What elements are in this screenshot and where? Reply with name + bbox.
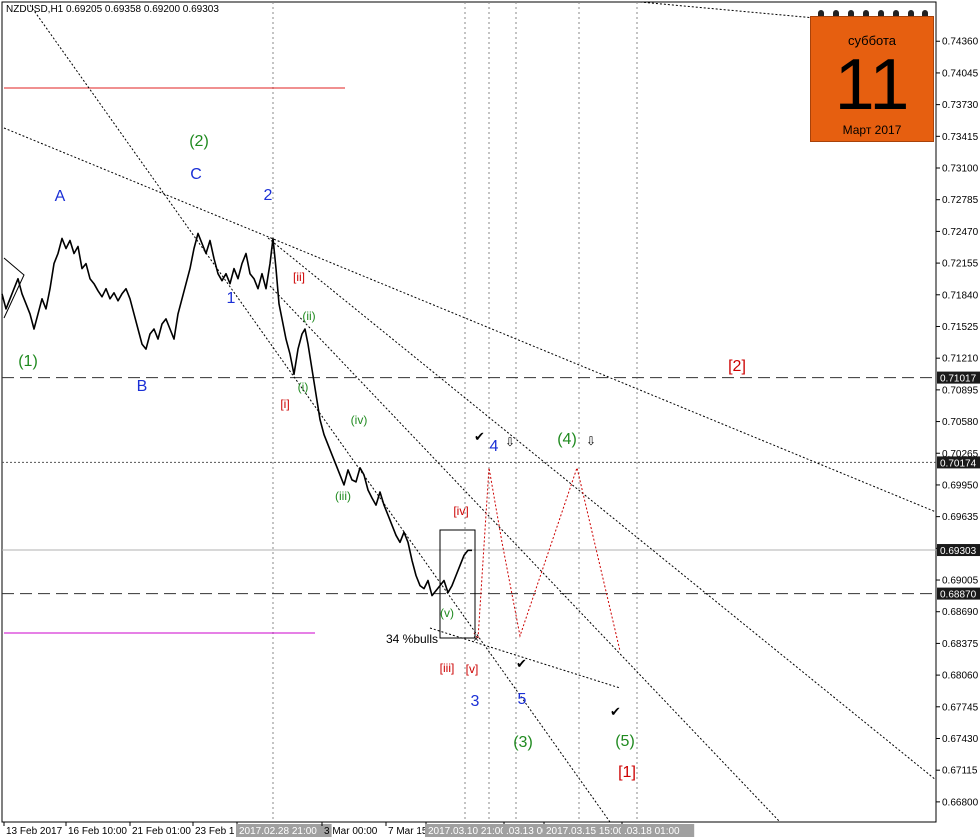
y-tick-label: 0.67115 xyxy=(942,766,978,777)
wave-label: C xyxy=(190,166,202,183)
y-tick-label: 0.72155 xyxy=(942,259,979,270)
symbol-ohlc-label: NZDUSD,H1 0.69205 0.69358 0.69200 0.6930… xyxy=(6,4,219,15)
y-tick-label: 0.73730 xyxy=(942,100,979,111)
calendar-widget: суббота 11 Март 2017 xyxy=(810,8,934,142)
wave-label: 2 xyxy=(264,187,273,204)
x-tick-label: .03.13 00 xyxy=(506,826,548,837)
y-tick-label: 0.69950 xyxy=(942,480,979,491)
wave-label: (iii) xyxy=(335,489,351,503)
down-arrow-icon: ⇩ xyxy=(586,434,596,448)
wave-label: (iv) xyxy=(351,413,368,427)
wave-label: [iv] xyxy=(453,504,468,518)
wave-label: 34 %bulls xyxy=(386,632,438,646)
wave-label: (v) xyxy=(440,606,454,620)
wave-label: (ii) xyxy=(302,309,315,323)
wave-label: [iii] xyxy=(440,661,455,675)
x-tick-label: 2017.03.15 15:00 xyxy=(546,826,624,837)
price-tag-label: 0.68870 xyxy=(940,590,977,601)
y-tick-label: 0.71525 xyxy=(942,322,979,333)
y-tick-label: 0.74045 xyxy=(942,68,979,79)
chart-window[interactable]: ✔ ✔ ✔ ⇩ ⇩ × (2) C A 2 1 [ii] (ii) (1) B [i] (i) (iv) (iii… xyxy=(0,0,980,840)
x-tick-label: 23 Feb 1 xyxy=(195,826,235,837)
y-tick-label: 0.70580 xyxy=(942,417,979,428)
x-tick-label: 16 Feb 10:00 xyxy=(68,826,127,837)
y-tick-label: 0.73100 xyxy=(942,164,979,175)
wave-label: [v] xyxy=(466,662,479,676)
wave-label: (4) xyxy=(557,431,577,448)
y-tick-label: 0.71840 xyxy=(942,290,979,301)
y-tick-label: 0.72470 xyxy=(942,227,979,238)
y-tick-label: 0.66800 xyxy=(942,797,979,808)
trendline[interactable] xyxy=(639,1,816,19)
price-tag-label: 0.69303 xyxy=(940,546,977,557)
y-tick-label: 0.73415 xyxy=(942,132,979,143)
calendar-page: суббота 11 Март 2017 xyxy=(810,16,934,142)
x-tick-label: 2017.03.10 21:00 xyxy=(428,826,506,837)
wave-label: (2) xyxy=(189,133,209,150)
cross-marker-icon: × xyxy=(473,634,479,645)
x-tick-label: .03.18 01:00 xyxy=(624,826,680,837)
calendar-month: Март 2017 xyxy=(842,123,902,137)
y-tick-label: 0.68690 xyxy=(942,607,979,618)
wave-label: [1] xyxy=(618,764,636,781)
x-tick-label: 7 Mar 15: xyxy=(388,826,430,837)
down-arrow-icon: ⇩ xyxy=(505,435,515,449)
wave-label: [i] xyxy=(280,397,289,411)
y-tick-label: 0.67430 xyxy=(942,734,979,745)
projection-path[interactable] xyxy=(473,465,621,652)
x-tick-label: 3 Mar 00:00 xyxy=(324,826,378,837)
wave-label: 1 xyxy=(227,290,236,307)
y-tick-label: 0.70895 xyxy=(942,385,979,396)
y-tick-label: 0.71210 xyxy=(942,354,979,365)
wave-label: (3) xyxy=(513,734,533,751)
price-tag-label: 0.71017 xyxy=(940,374,977,385)
wave-label: B xyxy=(137,378,148,395)
wave-label: (1) xyxy=(18,353,38,370)
wave-label: 5 xyxy=(518,691,527,708)
calendar-day: 11 xyxy=(834,45,910,125)
price-tag-label: 0.70174 xyxy=(940,458,977,469)
checkmark-icon: ✔ xyxy=(516,657,527,672)
x-tick-label: 13 Feb 2017 xyxy=(6,826,63,837)
wave-label: 3 xyxy=(471,693,480,710)
checkmark-icon: ✔ xyxy=(474,430,485,445)
trendline[interactable] xyxy=(3,127,937,513)
checkmark-icon: ✔ xyxy=(610,705,621,720)
y-tick-label: 0.68060 xyxy=(942,671,979,682)
y-tick-label: 0.69005 xyxy=(942,576,979,587)
price-line xyxy=(1,232,472,597)
x-tick-label: 21 Feb 01:00 xyxy=(132,826,191,837)
wave-label: 4 xyxy=(490,438,499,455)
y-tick-label: 0.69635 xyxy=(942,512,979,523)
y-tick-label: 0.74360 xyxy=(942,37,979,48)
wave-label: [ii] xyxy=(293,270,305,284)
wave-label: (5) xyxy=(615,733,635,750)
wave-label: [2] xyxy=(728,358,746,375)
y-tick-label: 0.72785 xyxy=(942,195,979,206)
trendline[interactable] xyxy=(267,237,937,781)
wave-label: A xyxy=(55,188,66,205)
y-tick-label: 0.68375 xyxy=(942,639,979,650)
plot-frame xyxy=(1,1,937,823)
y-tick-label: 0.67745 xyxy=(942,702,979,713)
wave-label: (i) xyxy=(298,380,309,394)
x-tick-label: 2017.02.28 21:00 xyxy=(239,826,317,837)
